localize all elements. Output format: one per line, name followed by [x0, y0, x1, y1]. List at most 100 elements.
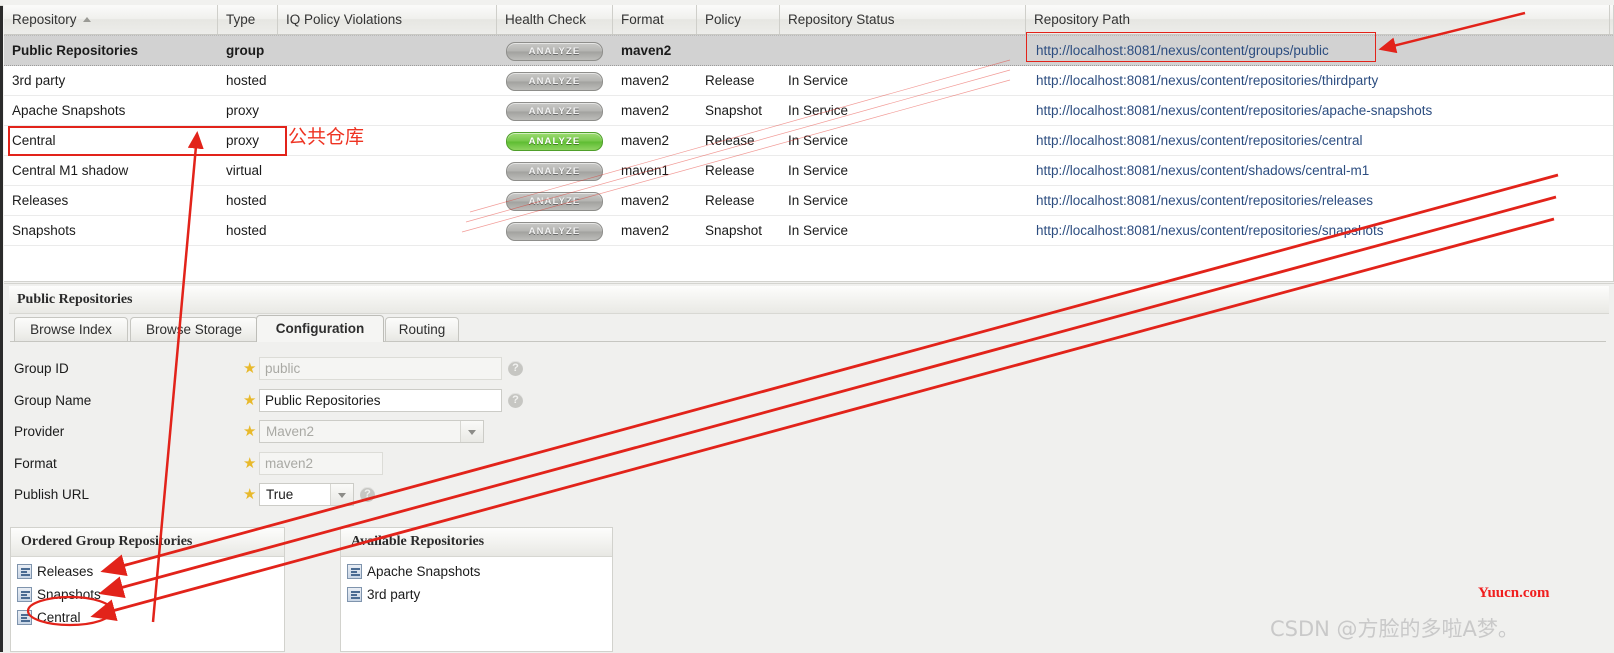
cell-path[interactable]: http://localhost:8081/nexus/content/repo…: [1026, 186, 1610, 215]
required-star-icon: ★: [243, 392, 257, 409]
cell-iq: [278, 36, 497, 65]
help-icon[interactable]: ?: [360, 487, 375, 502]
tab-browse-storage[interactable]: Browse Storage: [130, 317, 258, 342]
analyze-button[interactable]: ANALYZE: [506, 42, 603, 61]
list-item[interactable]: 3rd party: [341, 583, 612, 606]
help-icon[interactable]: ?: [508, 393, 523, 408]
required-star-icon: ★: [243, 423, 257, 440]
analyze-button[interactable]: ANALYZE: [506, 102, 603, 121]
field-input-group-id[interactable]: [259, 357, 502, 380]
column-header-label: Health Check: [505, 12, 587, 27]
cell-status: In Service: [788, 223, 849, 238]
sort-ascending-icon: [82, 16, 91, 22]
detail-panel-title: Public Repositories: [9, 286, 1609, 314]
cell-policy: Snapshot: [705, 103, 763, 118]
table-row[interactable]: Central M1 shadow virtual maven1 Release In …: [4, 156, 1613, 186]
tab-configuration[interactable]: Configuration: [256, 315, 384, 342]
repository-grid-header: Repository Type IQ Policy Violations Health…: [4, 5, 1613, 35]
table-row[interactable]: Snapshots hosted maven2 Snapshot In Service h…: [4, 216, 1613, 246]
table-row[interactable]: Releases hosted maven2 Release In Service htt…: [4, 186, 1613, 216]
cell-path[interactable]: http://localhost:8081/nexus/content/grou…: [1026, 36, 1610, 65]
cell-path[interactable]: http://localhost:8081/nexus/content/repo…: [1026, 66, 1610, 95]
analyze-button[interactable]: ANALYZE: [506, 132, 603, 151]
list-item-label: Releases: [37, 564, 94, 579]
available-repositories-pane: Available Repositories Apache Snapshots 3r…: [340, 527, 613, 652]
repository-grid-body: Public Repositories group maven2 http://loc…: [4, 35, 1613, 246]
column-header-label: Format: [621, 12, 664, 27]
column-header-label: Type: [226, 12, 256, 27]
required-star-icon: ★: [243, 455, 257, 472]
ordered-group-repositories-pane: Ordered Group Repositories Releases Snapsh…: [10, 527, 285, 652]
column-header-format[interactable]: Format: [613, 5, 697, 34]
cell-type: proxy: [226, 103, 260, 118]
cell-format: maven2: [621, 223, 670, 238]
repository-list-icon: [17, 587, 32, 602]
cell-type: group: [226, 43, 265, 58]
field-input-group-name[interactable]: [259, 389, 502, 412]
table-row[interactable]: Central proxy maven2 Release In Service http:…: [4, 126, 1613, 156]
field-select-provider[interactable]: Maven2: [259, 420, 484, 443]
cell-policy: Release: [705, 193, 755, 208]
repository-list-icon: [347, 564, 362, 579]
table-row[interactable]: Public Repositories group maven2 http://loc…: [4, 35, 1613, 66]
field-select-value: Maven2: [266, 424, 315, 439]
tab-routing[interactable]: Routing: [385, 317, 459, 342]
list-item-label: Central: [37, 610, 81, 625]
cell-path[interactable]: http://localhost:8081/nexus/content/repo…: [1026, 96, 1610, 125]
cell-path[interactable]: http://localhost:8081/nexus/content/repo…: [1026, 126, 1610, 155]
field-label-publish-url: Publish URL: [14, 487, 90, 502]
analyze-button[interactable]: ANALYZE: [506, 162, 603, 181]
cell-repository: Releases: [12, 193, 69, 208]
column-header-type[interactable]: Type: [218, 5, 278, 34]
cell-status: In Service: [788, 73, 849, 88]
analyze-button[interactable]: ANALYZE: [506, 72, 603, 91]
tab-browse-index[interactable]: Browse Index: [14, 317, 128, 342]
ordered-group-repositories-title: Ordered Group Repositories: [11, 528, 284, 557]
cell-format: maven2: [621, 133, 670, 148]
field-label-provider: Provider: [14, 424, 65, 439]
analyze-button[interactable]: ANALYZE: [506, 222, 603, 241]
table-row[interactable]: Apache Snapshots proxy maven2 Snapshot In Se…: [4, 96, 1613, 126]
cell-policy: Release: [705, 73, 755, 88]
help-icon[interactable]: ?: [508, 361, 523, 376]
cell-format: maven2: [621, 103, 670, 118]
column-header-label: Repository: [12, 12, 77, 27]
cell-format: maven2: [621, 43, 672, 58]
list-item[interactable]: Apache Snapshots: [341, 560, 612, 583]
column-header-repository[interactable]: Repository: [4, 5, 218, 34]
cell-iq: [278, 156, 497, 185]
cell-policy: [697, 36, 780, 65]
field-input-format[interactable]: [259, 452, 383, 475]
chevron-down-icon[interactable]: [460, 421, 483, 442]
table-row[interactable]: 3rd party hosted maven2 Release In Service ht…: [4, 66, 1613, 96]
cell-path[interactable]: http://localhost:8081/nexus/content/repo…: [1026, 216, 1610, 245]
cell-repository: Central M1 shadow: [12, 163, 129, 178]
analyze-button[interactable]: ANALYZE: [506, 192, 603, 211]
column-header-repository-path[interactable]: Repository Path: [1026, 5, 1610, 34]
cell-status: [780, 36, 1026, 65]
field-select-publish-url[interactable]: True: [259, 483, 354, 506]
column-header-repository-status[interactable]: Repository Status: [780, 5, 1026, 34]
column-header-health-check[interactable]: Health Check: [497, 5, 613, 34]
list-item[interactable]: Snapshots: [11, 583, 284, 606]
repository-list-icon: [347, 587, 362, 602]
field-label-group-id: Group ID: [14, 361, 69, 376]
cell-iq: [278, 186, 497, 215]
repository-list-icon: [17, 610, 32, 625]
cell-iq: [278, 96, 497, 125]
cell-repository: 3rd party: [12, 73, 66, 88]
list-item[interactable]: Releases: [11, 560, 284, 583]
cell-policy: Release: [705, 133, 755, 148]
cell-repository: Central: [12, 133, 56, 148]
column-header-policy[interactable]: Policy: [697, 5, 780, 34]
repository-grid: Repository Type IQ Policy Violations Health…: [4, 5, 1614, 282]
column-header-label: Repository Status: [788, 12, 895, 27]
cell-path[interactable]: http://localhost:8081/nexus/content/shad…: [1026, 156, 1610, 185]
ordered-group-repositories-list: Releases Snapshots Central: [11, 557, 284, 629]
column-header-iq-policy-violations[interactable]: IQ Policy Violations: [278, 5, 497, 34]
chevron-down-icon[interactable]: [330, 484, 353, 505]
list-item[interactable]: Central: [11, 606, 284, 629]
field-select-value: True: [266, 487, 294, 502]
list-item-label: Apache Snapshots: [367, 564, 481, 579]
cell-iq: [278, 126, 497, 155]
